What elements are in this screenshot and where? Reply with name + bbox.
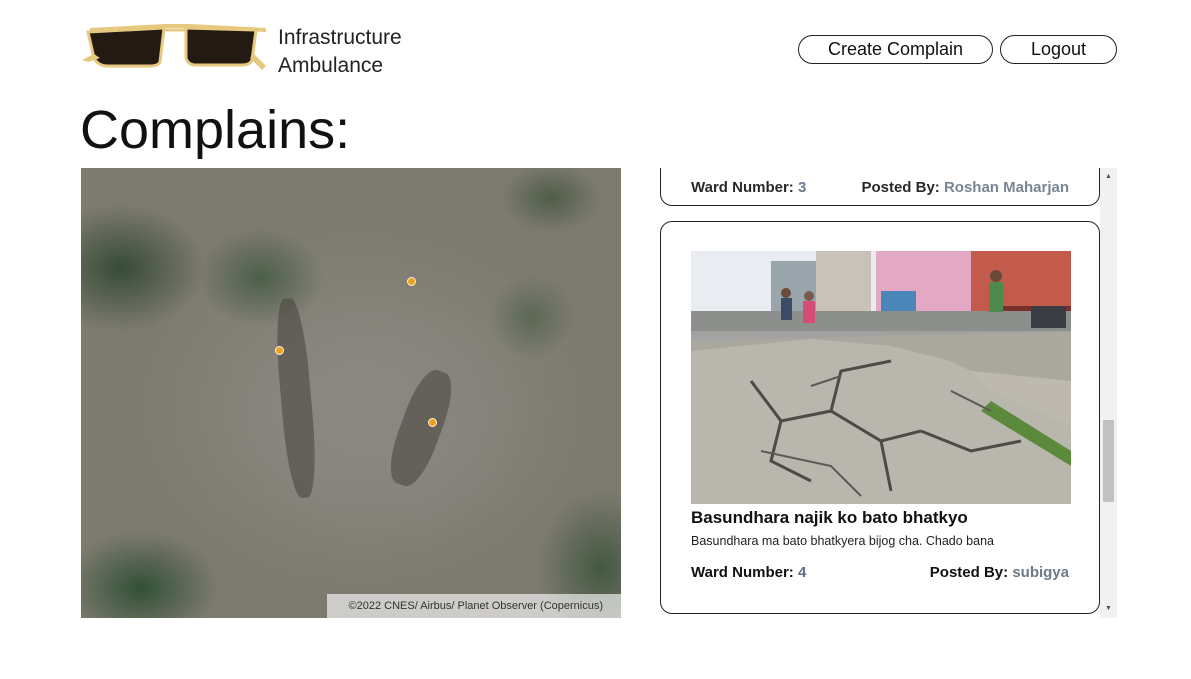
damaged-road-photo [691,251,1071,504]
complaint-card[interactable]: Ward Number: 3 Posted By: Roshan Maharja… [660,168,1100,206]
sunglasses-logo-icon [82,24,267,70]
brand-line-1: Infrastructure [278,26,402,49]
brand-line-2: Ambulance [278,54,384,77]
ward-number: Ward Number: 3 [691,179,806,196]
logout-button[interactable]: Logout [1000,35,1117,64]
posted-value: Roshan Maharjan [943,179,1069,196]
posted-value: subigya [1012,564,1069,581]
complaint-marker[interactable] [407,277,416,286]
brand-name: Infrastructure Ambulance [278,24,402,80]
posted-label: Posted By: [861,179,940,196]
ward-value: 3 [797,179,807,196]
feed-scrollbar[interactable]: ▲ ▼ [1100,168,1117,618]
complaint-card[interactable]: Basundhara najik ko bato bhatkyo Basundh… [660,221,1100,614]
card-meta: Ward Number: 3 Posted By: Roshan Maharja… [691,179,1069,196]
complaint-description: Basundhara ma bato bhatkyera bijog cha. … [691,534,994,548]
posted-by: Posted By: Roshan Maharjan [861,179,1069,196]
ward-label: Ward Number: [691,564,794,581]
map-attribution: ©2022 CNES/ Airbus/ Planet Observer (Cop… [326,594,621,618]
satellite-map[interactable]: ©2022 CNES/ Airbus/ Planet Observer (Cop… [81,168,621,618]
card-meta: Ward Number: 4 Posted By: subigya [691,564,1069,581]
create-complain-button[interactable]: Create Complain [798,35,993,64]
complaint-title: Basundhara najik ko bato bhatkyo [691,508,968,527]
map-terrain-feature [272,297,320,499]
posted-label: Posted By: [929,564,1009,581]
posted-by: Posted By: subigya [930,564,1069,581]
map-terrain-feature [381,364,461,492]
complaint-feed[interactable]: Ward Number: 3 Posted By: Roshan Maharja… [649,168,1117,618]
scroll-thumb[interactable] [1103,420,1114,502]
page-title: Complains: [80,100,351,160]
complaint-marker[interactable] [275,346,284,355]
scroll-down-arrow-icon[interactable]: ▼ [1100,602,1117,616]
ward-value: 4 [797,564,807,581]
ward-label: Ward Number: [691,179,794,196]
scroll-up-arrow-icon[interactable]: ▲ [1100,170,1117,184]
ward-number: Ward Number: 4 [691,564,806,581]
complaint-marker[interactable] [428,418,437,427]
